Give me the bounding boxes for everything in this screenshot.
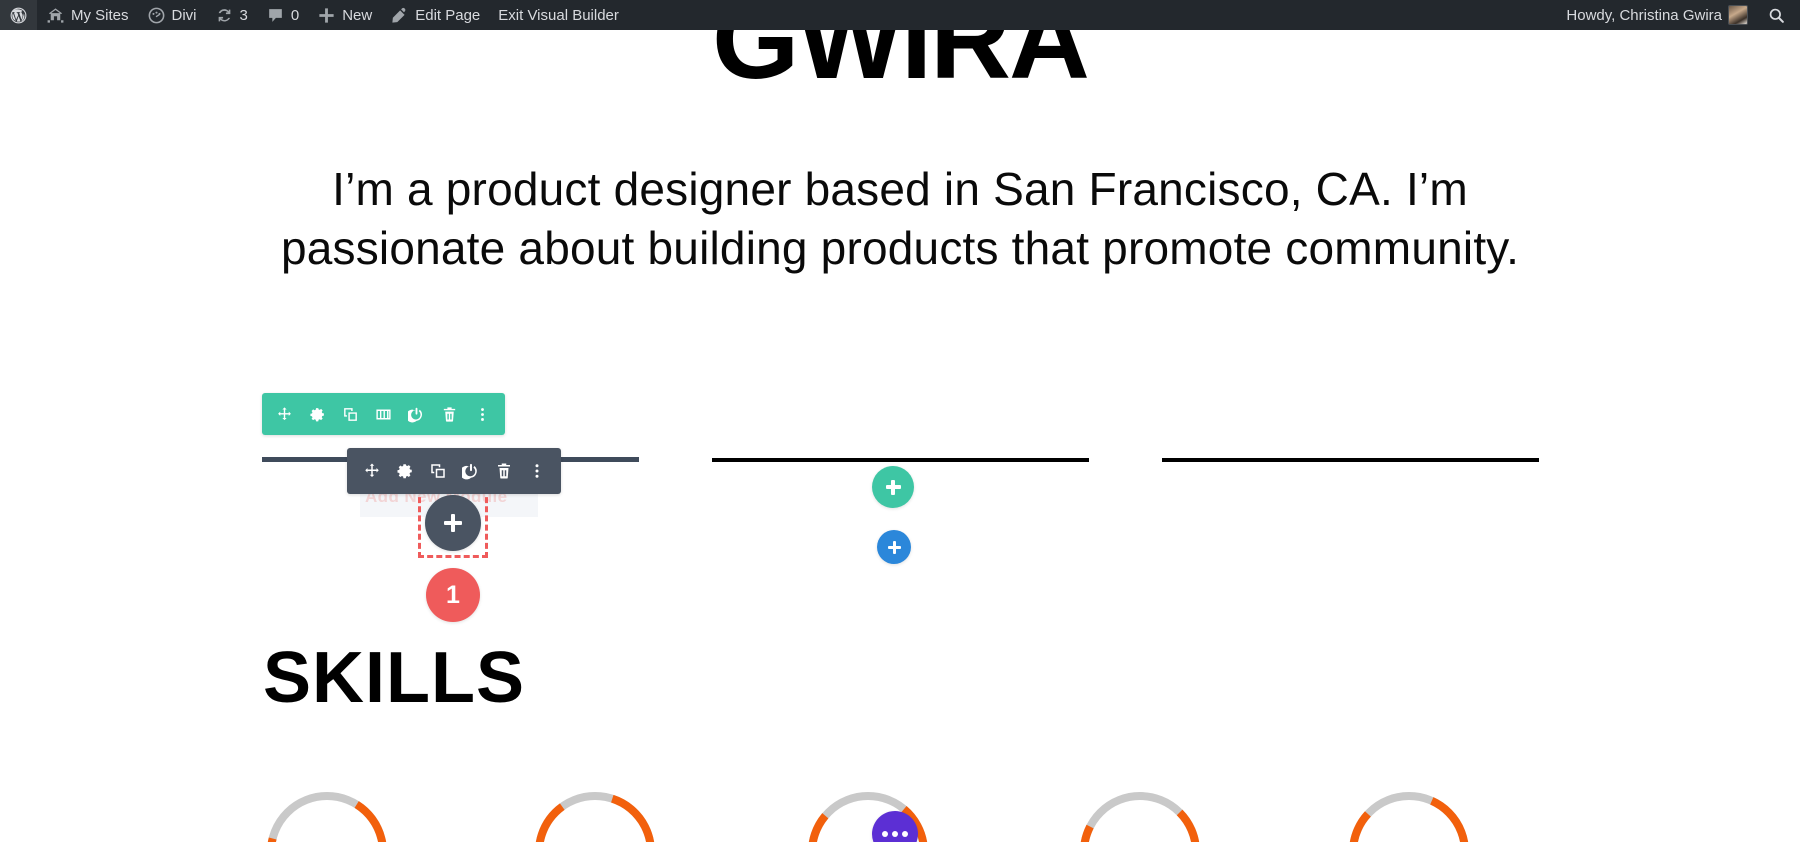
trash-icon[interactable] — [487, 448, 520, 494]
adminbar-item-my-sites[interactable]: My Sites — [37, 0, 138, 30]
intro-heading: I’m a product designer based in San Fran… — [280, 163, 1520, 274]
comments-count: 0 — [290, 6, 300, 24]
adminbar-item-updates[interactable]: 3 — [206, 0, 257, 30]
trash-icon[interactable] — [433, 393, 466, 435]
plus-icon — [317, 6, 336, 25]
plus-icon — [887, 540, 901, 554]
updates-count: 3 — [239, 6, 248, 24]
skills-heading: SKILLS — [263, 638, 526, 718]
avatar — [1728, 5, 1748, 25]
adminbar-label: Exit Visual Builder — [498, 6, 619, 24]
skill-circle — [1078, 790, 1202, 842]
add-module-button[interactable] — [425, 495, 481, 551]
duplicate-icon[interactable] — [334, 393, 367, 435]
move-handle-icon[interactable] — [355, 448, 388, 494]
more-vertical-icon[interactable] — [520, 448, 553, 494]
dots-horizontal-icon — [882, 831, 908, 837]
move-handle-icon[interactable] — [268, 393, 301, 435]
page-canvas: GWIRA I’m a product designer based in Sa… — [0, 30, 1800, 842]
sites-icon — [46, 6, 65, 25]
search-icon — [1767, 6, 1786, 25]
comment-bubble-icon — [266, 6, 285, 25]
settings-gear-icon[interactable] — [388, 448, 421, 494]
account-greeting: Howdy, Christina Gwira — [1566, 6, 1722, 24]
adminbar-item-divi[interactable]: Divi — [138, 0, 206, 30]
power-toggle-icon[interactable] — [400, 393, 433, 435]
pencil-icon — [390, 6, 409, 25]
module-count-value: 1 — [446, 580, 460, 609]
skill-circle — [533, 790, 657, 842]
adminbar-item-wp-logo[interactable] — [0, 0, 37, 30]
updates-icon — [215, 6, 234, 25]
adminbar-item-exit-visual-builder[interactable]: Exit Visual Builder — [489, 0, 628, 30]
adminbar-item-my-account[interactable]: Howdy, Christina Gwira — [1557, 0, 1757, 30]
power-toggle-icon[interactable] — [454, 448, 487, 494]
site-wordmark: GWIRA — [712, 30, 1090, 102]
adminbar-item-comments[interactable]: 0 — [257, 0, 308, 30]
adminbar-item-search[interactable] — [1757, 0, 1800, 30]
skill-circle — [265, 790, 389, 842]
module-count-badge: 1 — [426, 568, 480, 622]
row-dividers: Add New Module 1 — [0, 393, 1800, 622]
duplicate-icon[interactable] — [421, 448, 454, 494]
columns-icon[interactable] — [367, 393, 400, 435]
plus-icon — [444, 514, 462, 532]
divider-3[interactable] — [1162, 458, 1539, 462]
settings-gear-icon[interactable] — [301, 393, 334, 435]
adminbar-item-edit-page[interactable]: Edit Page — [381, 0, 489, 30]
skills-circles-row — [0, 790, 1800, 842]
adminbar-label: Divi — [171, 6, 197, 24]
adminbar-label: My Sites — [71, 6, 129, 24]
wp-admin-bar: My Sites Divi 3 0 New Edit Page Exit Vis… — [0, 0, 1800, 30]
adminbar-item-new[interactable]: New — [308, 0, 381, 30]
more-vertical-icon[interactable] — [466, 393, 499, 435]
section-toolbar — [262, 393, 505, 435]
adminbar-label: Edit Page — [415, 6, 481, 24]
wordpress-logo-icon — [9, 6, 28, 25]
plus-icon — [885, 479, 901, 495]
add-row-button[interactable] — [872, 466, 914, 508]
row-toolbar — [347, 448, 561, 494]
divi-icon — [147, 6, 166, 25]
add-section-button[interactable] — [877, 530, 911, 564]
skill-circle — [1347, 790, 1471, 842]
divider-2[interactable] — [712, 458, 1089, 462]
adminbar-label: New — [342, 6, 373, 24]
